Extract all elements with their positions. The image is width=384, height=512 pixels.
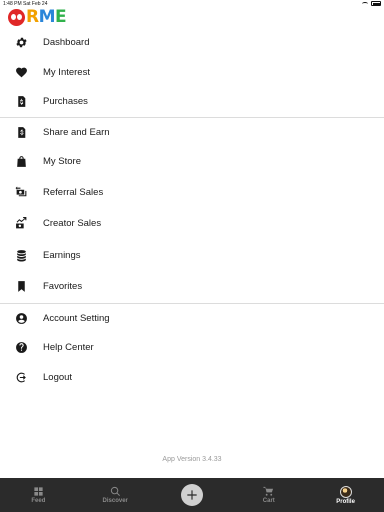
user-circle-icon [14,311,28,325]
app-version: App Version 3.4.33 [162,456,222,463]
menu-item-help-center[interactable]: Help Center [0,333,384,363]
wifi-icon [362,1,368,6]
menu-item-share-and-earn[interactable]: Share and Earn [0,118,384,148]
battery-icon [371,1,381,6]
menu-item-account-setting[interactable]: Account Setting [0,304,384,334]
tab-discover[interactable]: Discover [77,478,154,512]
menu-section-account-activity: Dashboard My Interest Purchases [0,28,384,118]
tab-profile[interactable]: Profile [307,478,384,512]
search-icon [110,486,120,496]
logout-icon [14,370,28,384]
tab-label: Discover [102,498,128,504]
avatar [339,485,352,498]
menu-item-earnings[interactable]: Earnings [0,240,384,272]
menu-item-label: Purchases [43,96,88,108]
menu-item-label: Help Center [43,342,94,354]
grid-icon [34,487,43,496]
coins-icon [14,248,28,262]
tab-label: Cart [262,498,275,504]
cash-exchange-icon [14,185,28,199]
tab-feed[interactable]: Feed [0,478,77,512]
tab-label: Feed [31,498,46,504]
menu-item-purchases[interactable]: Purchases [0,87,384,117]
menu-item-label: My Interest [43,66,90,78]
menu-item-creator-sales[interactable]: Creator Sales [0,208,384,240]
tab-cart[interactable]: Cart [230,478,307,512]
status-icons [362,1,381,6]
menu-item-dashboard[interactable]: Dashboard [0,28,384,58]
profile-menu: Dashboard My Interest Purchases Share an… [0,28,384,392]
share-dollar-icon [14,125,28,139]
cash-trend-icon [14,217,28,231]
tab-create[interactable] [154,478,231,512]
menu-item-my-store[interactable]: My Store [0,147,384,177]
shopping-bag-icon [14,155,28,169]
orme-logo[interactable]: R M E [8,7,67,27]
create-button[interactable] [180,484,203,506]
app-header: R M E [0,7,384,28]
menu-section-account: Account Setting Help Center Logout [0,304,384,393]
bottom-tab-bar: Feed Discover Cart Profile [0,478,384,512]
menu-item-my-interest[interactable]: My Interest [0,58,384,88]
logo-mascot-icon [8,8,25,26]
menu-item-label: Account Setting [43,312,110,324]
heart-icon [14,65,28,79]
plus-icon [187,490,197,500]
menu-item-label: Dashboard [43,37,90,49]
question-circle-icon [14,341,28,355]
menu-item-label: Creator Sales [43,218,102,230]
menu-item-label: Favorites [43,281,83,293]
menu-item-label: Referral Sales [43,186,104,198]
menu-item-logout[interactable]: Logout [0,363,384,393]
menu-item-referral-sales[interactable]: Referral Sales [0,177,384,209]
menu-item-favorites[interactable]: Favorites [0,271,384,303]
receipt-dollar-icon [14,95,28,109]
menu-item-label: Earnings [43,249,81,261]
tab-label: Profile [336,498,355,505]
menu-item-label: My Store [43,156,82,168]
menu-item-label: Logout [43,371,73,383]
bookmark-icon [14,280,28,294]
menu-item-label: Share and Earn [43,126,110,138]
gear-icon [14,36,28,50]
menu-section-earnings: Share and Earn My Store Referral Sales C… [0,118,384,304]
cart-icon [263,486,274,496]
